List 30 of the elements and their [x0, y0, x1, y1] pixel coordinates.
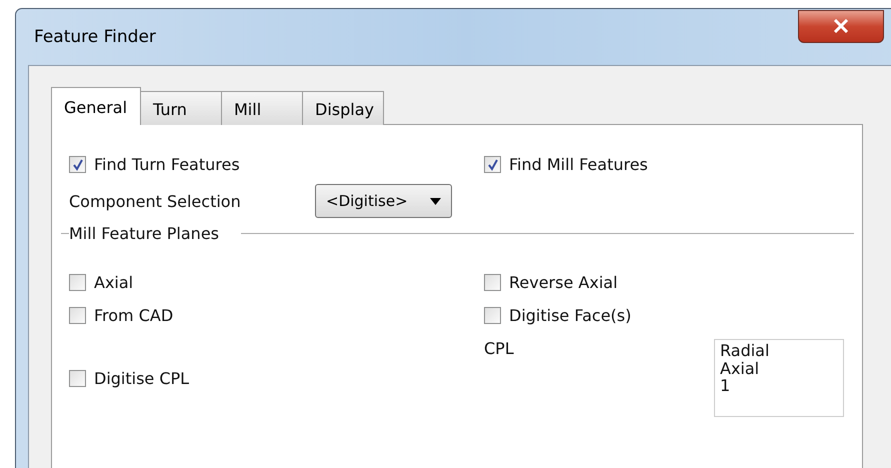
checkbox[interactable] [69, 370, 86, 386]
checkbox-label: Find Mill Features [509, 155, 648, 174]
cpl-list-box[interactable]: Radial Axial 1 [714, 339, 844, 417]
checkbox[interactable] [484, 274, 501, 291]
checkbox[interactable] [69, 274, 86, 291]
field-label: CPL [484, 339, 515, 358]
tab[interactable]: Display [302, 91, 384, 125]
checkbox-label: Reverse Axial [509, 273, 618, 292]
tab[interactable]: General [51, 87, 141, 125]
close-button[interactable] [798, 10, 884, 42]
checkbox[interactable] [484, 156, 501, 173]
list-item[interactable]: Axial [720, 360, 838, 378]
checkbox[interactable] [484, 307, 501, 324]
component-dropdown[interactable]: <Digitise> [315, 184, 452, 218]
checkbox-label: Digitise CPL [94, 368, 190, 388]
tab[interactable]: Mill [221, 91, 303, 125]
field-label: Component Selection [69, 192, 242, 210]
group-heading: Mill Feature Planes [69, 224, 220, 243]
dropdown-arrow-icon [430, 198, 441, 204]
tab[interactable]: Turn [140, 91, 222, 125]
list-item[interactable]: 1 [720, 377, 838, 395]
list-item[interactable]: Radial [720, 342, 838, 360]
checkbox[interactable] [69, 307, 86, 324]
close-icon [833, 19, 849, 33]
window-title: Feature Finder [33, 27, 156, 47]
checkbox-label: Find Turn Features [94, 155, 240, 174]
checkbox[interactable] [69, 156, 86, 173]
checkbox-label: From CAD [94, 306, 174, 325]
checkbox-label: Digitise Face(s) [509, 306, 632, 325]
checkbox-label: Axial [94, 273, 134, 292]
